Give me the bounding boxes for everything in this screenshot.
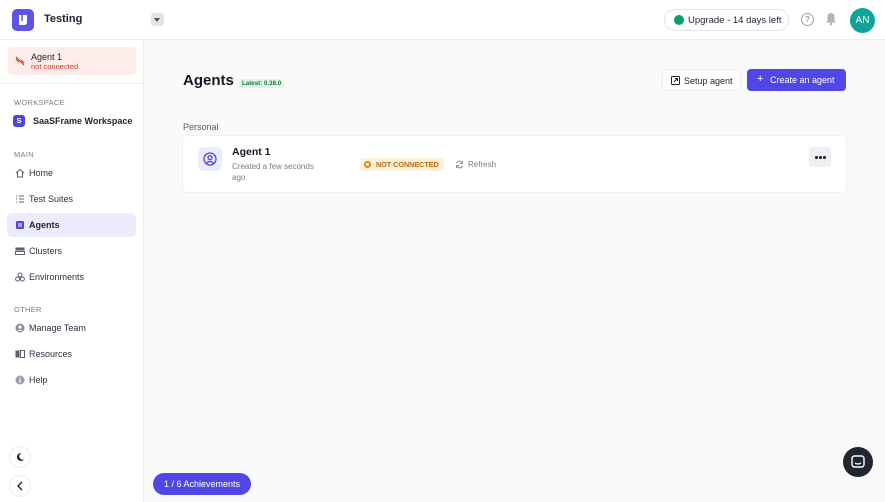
moon-icon <box>16 452 24 461</box>
upgrade-label: Upgrade - 14 days left <box>688 15 782 26</box>
version-badge: Latest: 0.38.0 <box>239 79 285 88</box>
app-logo-icon[interactable] <box>12 9 34 31</box>
group-label: Personal <box>183 122 219 132</box>
agent-status-card[interactable]: Agent 1 not connected <box>8 47 136 75</box>
workspace-badge: S <box>13 115 25 127</box>
sidebar-item-resources[interactable]: Resources <box>7 342 136 366</box>
sidebar: Agent 1 not connected WORKSPACE S SaaSFr… <box>0 40 144 502</box>
more-options-button[interactable] <box>809 147 831 167</box>
chevron-left-icon <box>17 481 23 491</box>
agent-name[interactable]: Agent 1 <box>232 146 271 158</box>
chat-launcher-button[interactable] <box>843 447 873 477</box>
external-link-icon <box>671 76 680 85</box>
sidebar-item-manage-team[interactable]: Manage Team <box>7 316 136 340</box>
warning-icon <box>364 161 371 168</box>
chat-icon <box>851 455 865 468</box>
status-dot-icon <box>674 15 684 25</box>
status-badge: NOT CONNECTED <box>360 158 444 171</box>
sidebar-item-label: Clusters <box>29 246 63 256</box>
sidebar-item-label: Test Suites <box>29 194 74 204</box>
section-label-other: OTHER <box>14 305 42 314</box>
disconnected-icon <box>15 56 25 66</box>
dot-icon <box>823 156 826 159</box>
setup-agent-label: Setup agent <box>684 76 733 86</box>
dot-icon <box>819 156 822 159</box>
chevron-down-icon[interactable] <box>151 13 164 26</box>
server-icon <box>15 247 25 255</box>
collapse-sidebar-button[interactable] <box>10 476 30 496</box>
dot-icon <box>815 156 818 159</box>
agent-status-text: not connected <box>31 62 79 71</box>
theme-toggle-button[interactable] <box>10 447 30 467</box>
sidebar-item-environments[interactable]: Environments <box>7 265 136 289</box>
sidebar-item-label: Agents <box>29 220 60 230</box>
refresh-icon <box>456 160 463 169</box>
status-badge-label: NOT CONNECTED <box>376 160 439 169</box>
sidebar-item-home[interactable]: Home <box>7 161 136 185</box>
plus-icon: + <box>757 73 764 85</box>
bell-icon[interactable] <box>825 12 837 31</box>
sidebar-item-label: Environments <box>29 272 85 282</box>
create-agent-label: Create an agent <box>770 75 835 85</box>
sidebar-item-help[interactable]: Help <box>7 368 136 392</box>
agent-icon <box>16 221 24 229</box>
info-icon <box>15 375 25 385</box>
avatar[interactable]: AN <box>850 8 875 33</box>
refresh-label: Refresh <box>468 160 497 169</box>
workspace-name: SaaSFrame Workspace <box>33 116 133 126</box>
team-icon <box>15 323 25 333</box>
agent-status-name: Agent 1 <box>31 52 63 62</box>
section-label-workspace: WORKSPACE <box>14 98 65 107</box>
home-icon <box>15 168 25 178</box>
list-icon <box>16 195 24 203</box>
agent-created-time: Created a few seconds ago <box>232 162 314 182</box>
sidebar-item-agents[interactable]: Agents <box>7 213 136 237</box>
achievements-button[interactable]: 1 / 6 Achievements <box>153 473 251 495</box>
user-circle-icon <box>198 147 222 171</box>
section-label-main: MAIN <box>14 150 34 159</box>
sidebar-item-clusters[interactable]: Clusters <box>7 239 136 263</box>
setup-agent-button[interactable]: Setup agent <box>662 69 741 91</box>
sidebar-item-label: Resources <box>29 349 73 359</box>
app-title: Testing <box>44 13 83 25</box>
page-title: Agents <box>183 72 234 89</box>
cubes-icon <box>15 272 25 282</box>
create-agent-button[interactable]: + Create an agent <box>747 69 846 91</box>
sidebar-item-label: Manage Team <box>29 323 86 333</box>
agent-card[interactable]: Agent 1 Created a few seconds ago NOT CO… <box>183 136 846 192</box>
top-bar: Testing Upgrade - 14 days left ? AN <box>0 0 885 40</box>
sidebar-item-test-suites[interactable]: Test Suites <box>7 187 136 211</box>
sidebar-item-label: Help <box>29 375 48 385</box>
divider <box>0 83 143 84</box>
help-icon[interactable]: ? <box>801 13 814 26</box>
upgrade-button[interactable]: Upgrade - 14 days left <box>664 9 789 31</box>
sidebar-item-label: Home <box>29 168 54 178</box>
book-icon <box>15 350 25 358</box>
